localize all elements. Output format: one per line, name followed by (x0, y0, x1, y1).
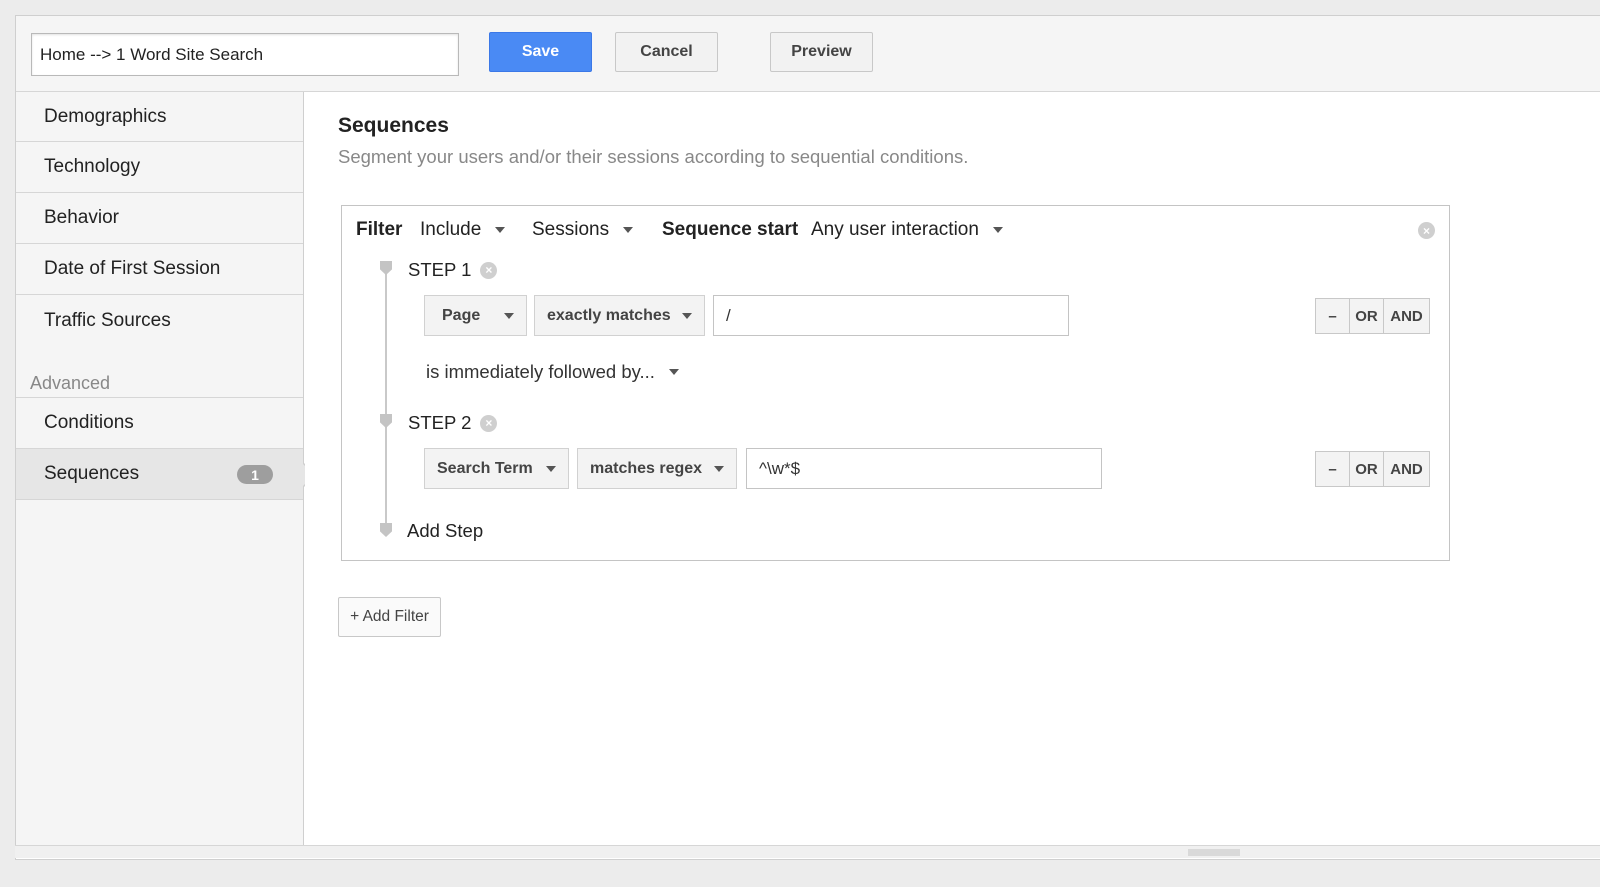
preview-button[interactable]: Preview (770, 32, 873, 72)
sidebar-item-traffic-sources[interactable]: Traffic Sources (16, 295, 303, 346)
or-button[interactable]: OR (1350, 452, 1384, 486)
step-1-dimension-dropdown[interactable]: Page (424, 295, 527, 336)
sidebar-item-demographics[interactable]: Demographics (16, 92, 303, 142)
add-filter-button[interactable]: + Add Filter (338, 597, 441, 637)
sequence-start-value: Any user interaction (811, 219, 979, 240)
horizontal-scrollbar[interactable] (15, 845, 1600, 858)
and-button[interactable]: AND (1384, 299, 1429, 333)
count-badge: 1 (237, 465, 273, 484)
sidebar-item-date-of-first-session[interactable]: Date of First Session (16, 244, 303, 295)
scope-value: Sessions (532, 219, 610, 240)
sidebar-item-label: Conditions (44, 412, 134, 433)
sidebar-item-label: Behavior (44, 207, 119, 228)
chevron-down-icon (495, 227, 506, 233)
step-2-label: STEP 2 × (408, 412, 498, 434)
sidebar-item-label: Date of First Session (44, 258, 221, 279)
segment-editor: Home --> 1 Word Site Search Save Cancel … (15, 15, 1600, 860)
sequence-start-label-row: Sequence start (662, 219, 798, 241)
remove-step-icon[interactable]: × (480, 261, 498, 279)
sidebar-item-behavior[interactable]: Behavior (16, 193, 303, 244)
remove-filter-icon[interactable]: × (1418, 222, 1435, 239)
dropdown-value: exactly matches (547, 306, 671, 324)
and-button[interactable]: AND (1384, 452, 1429, 486)
dropdown-value: Page (442, 306, 481, 324)
dropdown-value: Search Term (437, 459, 533, 477)
input-value: / (726, 305, 731, 325)
step-1-value-input[interactable]: / (713, 295, 1069, 336)
step-2-title: STEP 2 (408, 412, 472, 433)
sidebar-item-label: Demographics (44, 105, 167, 127)
sidebar-item-label: Sequences (44, 463, 140, 484)
segment-name-value: Home --> 1 Word Site Search (40, 44, 264, 64)
cancel-button[interactable]: Cancel (615, 32, 718, 72)
filter-box: Filter Include Sessions Sequence start A… (341, 205, 1450, 561)
sidebar-item-conditions[interactable]: Conditions (16, 398, 303, 449)
sequence-start-dropdown[interactable]: Any user interaction (811, 219, 1003, 241)
chevron-down-icon (504, 313, 514, 319)
segment-name-input[interactable]: Home --> 1 Word Site Search (31, 33, 459, 76)
followed-by-value: is immediately followed by... (426, 361, 655, 382)
step-1-title: STEP 1 (408, 259, 472, 280)
step-2-operator-dropdown[interactable]: matches regex (577, 448, 737, 489)
sidebar-item-label: Technology (44, 156, 141, 177)
step-1-operator-dropdown[interactable]: exactly matches (534, 295, 705, 336)
remove-condition-button[interactable]: – (1316, 452, 1350, 486)
chevron-down-icon (714, 466, 724, 472)
include-dropdown[interactable]: Include (420, 219, 506, 241)
step-1-label: STEP 1 × (408, 259, 498, 281)
sequence-start-label: Sequence start (662, 219, 799, 240)
remove-step-icon[interactable]: × (480, 414, 498, 432)
sidebar-item-technology[interactable]: Technology (16, 142, 303, 193)
step-2-condition-buttons: – OR AND (1315, 451, 1430, 487)
scope-dropdown[interactable]: Sessions (532, 219, 634, 241)
sidebar-item-label: Traffic Sources (44, 309, 171, 331)
sidebar-heading-advanced: Advanced (16, 346, 303, 398)
page-title: Sequences (338, 114, 449, 137)
filter-label: Filter (356, 219, 403, 240)
scrollbar-thumb[interactable] (1188, 849, 1240, 856)
chevron-down-icon (546, 466, 556, 472)
step-marker-icon (380, 261, 392, 275)
page-subtitle: Segment your users and/or their sessions… (338, 146, 969, 167)
step-marker-icon (380, 414, 392, 428)
chevron-down-icon (623, 227, 634, 233)
followed-by-dropdown[interactable]: is immediately followed by... (426, 361, 679, 383)
add-step-link[interactable]: Add Step (407, 520, 483, 542)
step-1-condition-buttons: – OR AND (1315, 298, 1430, 334)
or-button[interactable]: OR (1350, 299, 1384, 333)
step-marker-icon (380, 523, 392, 537)
step-2-value-input[interactable]: ^\w*$ (746, 448, 1102, 489)
chevron-down-icon (682, 313, 692, 319)
remove-condition-button[interactable]: – (1316, 299, 1350, 333)
step-timeline (385, 266, 387, 531)
dropdown-value: matches regex (590, 459, 703, 477)
input-value: ^\w*$ (759, 458, 801, 478)
main-panel: Sequences Segment your users and/or thei… (305, 92, 1600, 847)
step-2-dimension-dropdown[interactable]: Search Term (424, 448, 569, 489)
sidebar: Demographics Technology Behavior Date of… (16, 92, 316, 847)
save-button[interactable]: Save (489, 32, 592, 72)
include-value: Include (420, 219, 482, 240)
chevron-down-icon (668, 369, 679, 375)
sidebar-item-sequences[interactable]: Sequences 1 (16, 449, 316, 500)
chevron-down-icon (992, 227, 1003, 233)
toolbar: Home --> 1 Word Site Search Save Cancel … (16, 16, 1600, 92)
filter-label-row: Filter (356, 219, 402, 241)
